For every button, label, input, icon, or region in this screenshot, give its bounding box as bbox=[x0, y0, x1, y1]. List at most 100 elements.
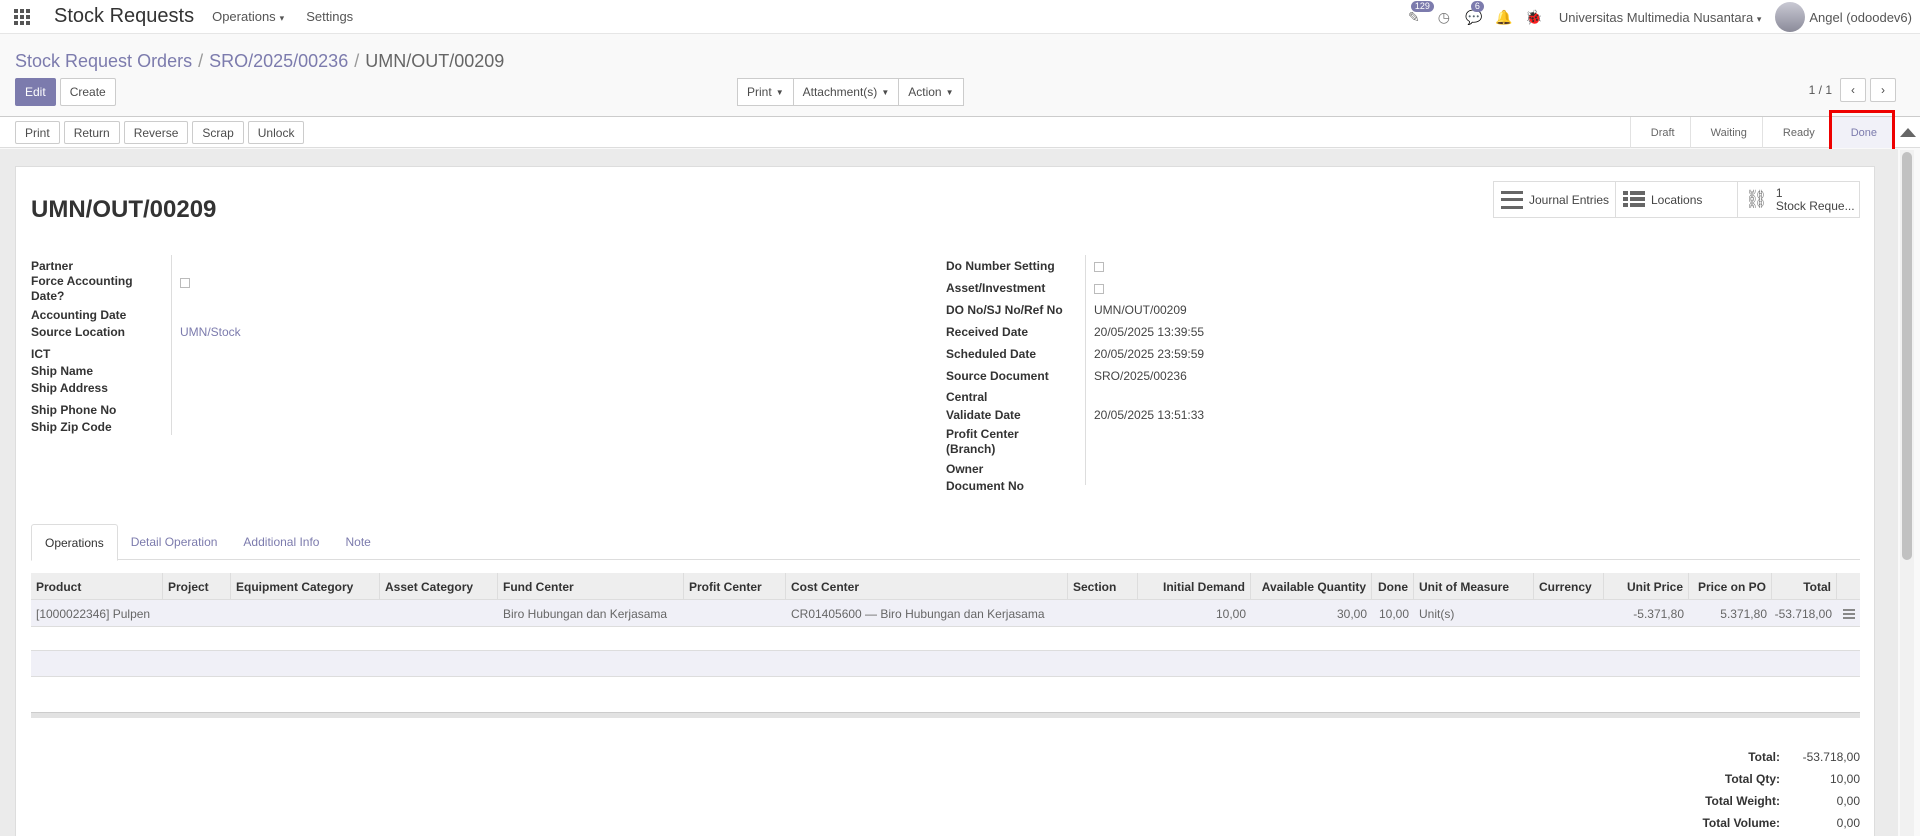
locations-button[interactable]: Locations bbox=[1615, 181, 1738, 218]
do-number-setting-checkbox[interactable] bbox=[1094, 262, 1104, 272]
col-equipment-category[interactable]: Equipment Category bbox=[231, 573, 380, 600]
col-currency[interactable]: Currency bbox=[1534, 573, 1604, 600]
cell-project[interactable] bbox=[163, 600, 231, 627]
col-cost-center[interactable]: Cost Center bbox=[786, 573, 1068, 600]
app-brand[interactable]: Stock Requests bbox=[54, 5, 194, 28]
journal-entries-button[interactable]: Journal Entries bbox=[1493, 181, 1616, 218]
col-profit-center[interactable]: Profit Center bbox=[684, 573, 786, 600]
scrap-button[interactable]: Scrap bbox=[192, 121, 244, 144]
notebook-tabs: Operations Detail Operation Additional I… bbox=[31, 524, 1860, 561]
table-row[interactable]: [1000022346] Pulpen Biro Hubungan dan Ke… bbox=[31, 600, 1860, 627]
messages-icon[interactable]: 💬 6 bbox=[1459, 0, 1489, 34]
col-price-on-po[interactable]: Price on PO bbox=[1689, 573, 1772, 600]
unlock-button[interactable]: Unlock bbox=[247, 121, 305, 144]
action-dropdown[interactable]: Action ▼ bbox=[898, 78, 964, 106]
col-initial-demand[interactable]: Initial Demand bbox=[1138, 573, 1251, 600]
breadcrumb-sro[interactable]: SRO/2025/00236 bbox=[209, 51, 348, 71]
menu-settings[interactable]: Settings bbox=[306, 9, 353, 24]
cell-cost-center[interactable]: CR01405600 — Biro Hubungan dan Kerjasama bbox=[786, 600, 1068, 627]
tab-operations[interactable]: Operations bbox=[31, 524, 118, 561]
table-footer bbox=[31, 712, 1860, 718]
profit-center-label: Profit Center (Branch) bbox=[946, 427, 1019, 456]
breadcrumb-current: UMN/OUT/00209 bbox=[365, 51, 505, 71]
do-no-value: UMN/OUT/00209 bbox=[1094, 303, 1187, 317]
user-avatar[interactable] bbox=[1775, 2, 1806, 32]
ship-zip-label: Ship Zip Code bbox=[31, 420, 112, 434]
cell-currency[interactable] bbox=[1534, 600, 1604, 627]
cell-fund-center[interactable]: Biro Hubungan dan Kerjasama bbox=[498, 600, 684, 627]
menu-operations[interactable]: Operations ▾ bbox=[212, 9, 284, 24]
col-fund-center[interactable]: Fund Center bbox=[498, 573, 684, 600]
reverse-button[interactable]: Reverse bbox=[123, 121, 189, 144]
pager-previous-button[interactable]: ‹ bbox=[1840, 78, 1866, 102]
print-dropdown[interactable]: Print ▼ bbox=[737, 78, 794, 106]
user-menu[interactable]: Angel (odoodev6) bbox=[1809, 10, 1912, 25]
pager-next-button[interactable]: › bbox=[1870, 78, 1896, 102]
vertical-scrollbar[interactable] bbox=[1900, 150, 1914, 836]
record-title: UMN/OUT/00209 bbox=[31, 196, 217, 223]
pager-value[interactable]: 1 / 1 bbox=[1809, 83, 1832, 97]
validate-date-value: 20/05/2025 13:51:33 bbox=[1094, 408, 1205, 422]
total-volume-label: Total Volume: bbox=[1702, 816, 1780, 830]
scheduled-date-value: 20/05/2025 23:59:59 bbox=[1094, 347, 1205, 361]
stock-requests-button[interactable]: ⛓ 1 Stock Reque... bbox=[1737, 181, 1860, 218]
force-accounting-checkbox[interactable] bbox=[180, 278, 190, 288]
col-unit-price[interactable]: Unit Price bbox=[1604, 573, 1689, 600]
col-product[interactable]: Product bbox=[31, 573, 163, 600]
tab-detail-operation[interactable]: Detail Operation bbox=[118, 524, 231, 560]
total-value: -53.718,00 bbox=[1802, 750, 1860, 764]
ict-label: ICT bbox=[31, 347, 51, 361]
cell-uom[interactable]: Unit(s) bbox=[1414, 600, 1534, 627]
cell-available-quantity[interactable]: 30,00 bbox=[1251, 600, 1372, 627]
cell-equipment-category[interactable] bbox=[231, 600, 380, 627]
bell-icon[interactable]: 🔔 bbox=[1489, 0, 1519, 34]
stage-draft: Draft bbox=[1629, 117, 1690, 148]
total-weight-label: Total Weight: bbox=[1705, 794, 1780, 808]
attachments-dropdown[interactable]: Attachment(s) ▼ bbox=[792, 78, 900, 106]
breadcrumb-separator: / bbox=[198, 51, 204, 71]
row-detail-button[interactable] bbox=[1837, 600, 1860, 627]
tab-note[interactable]: Note bbox=[332, 524, 383, 560]
cell-initial-demand[interactable]: 10,00 bbox=[1138, 600, 1251, 627]
col-unit-of-measure[interactable]: Unit of Measure bbox=[1414, 573, 1534, 600]
cell-total[interactable]: -53.718,00 bbox=[1772, 600, 1837, 627]
cell-unit-price[interactable]: -5.371,80 bbox=[1604, 600, 1689, 627]
col-available-quantity[interactable]: Available Quantity bbox=[1251, 573, 1372, 600]
col-total[interactable]: Total bbox=[1772, 573, 1837, 600]
source-location-value[interactable]: UMN/Stock bbox=[180, 325, 241, 340]
col-section[interactable]: Section bbox=[1068, 573, 1138, 600]
col-asset-category[interactable]: Asset Category bbox=[380, 573, 498, 600]
tab-additional-info[interactable]: Additional Info bbox=[230, 524, 332, 560]
col-project[interactable]: Project bbox=[163, 573, 231, 600]
scroll-up-arrow-icon[interactable] bbox=[1900, 128, 1916, 137]
edit-button[interactable]: Edit bbox=[15, 78, 56, 106]
cell-price-on-po[interactable]: 5.371,80 bbox=[1689, 600, 1772, 627]
breadcrumb-stock-request-orders[interactable]: Stock Request Orders bbox=[15, 51, 192, 71]
create-button[interactable]: Create bbox=[59, 78, 116, 106]
cell-asset-category[interactable] bbox=[380, 600, 498, 627]
return-button[interactable]: Return bbox=[63, 121, 120, 144]
form-statusbar: Print Return Reverse Scrap Unlock Draft … bbox=[0, 116, 1920, 148]
caret-down-icon: ▼ bbox=[881, 87, 890, 97]
smart-button-box: Journal Entries Locations ⛓ 1 Stock Requ… bbox=[1493, 181, 1860, 218]
activity-icon[interactable]: ✎ 129 bbox=[1399, 0, 1434, 34]
clock-icon[interactable]: ◷ bbox=[1429, 0, 1459, 34]
source-document-label: Source Document bbox=[946, 369, 1049, 383]
central-label: Central bbox=[946, 390, 988, 404]
cell-product[interactable]: [1000022346] Pulpen bbox=[31, 600, 163, 627]
apps-menu-icon[interactable] bbox=[0, 0, 44, 34]
cell-section[interactable] bbox=[1068, 600, 1138, 627]
company-switcher[interactable]: Universitas Multimedia Nusantara ▾ bbox=[1559, 10, 1762, 25]
highlight-annotation bbox=[1829, 110, 1895, 154]
do-no-label: DO No/SJ No/Ref No bbox=[946, 303, 1063, 317]
ship-phone-label: Ship Phone No bbox=[31, 403, 117, 417]
bug-icon[interactable]: 🐞 bbox=[1519, 0, 1549, 34]
cell-done[interactable]: 10,00 bbox=[1372, 600, 1414, 627]
scrollbar-thumb[interactable] bbox=[1902, 152, 1912, 560]
ship-name-label: Ship Name bbox=[31, 364, 94, 378]
col-done[interactable]: Done bbox=[1372, 573, 1414, 600]
print-button[interactable]: Print bbox=[15, 121, 60, 144]
asset-investment-checkbox[interactable] bbox=[1094, 284, 1104, 294]
breadcrumb-separator: / bbox=[354, 51, 360, 71]
cell-profit-center[interactable] bbox=[684, 600, 786, 627]
